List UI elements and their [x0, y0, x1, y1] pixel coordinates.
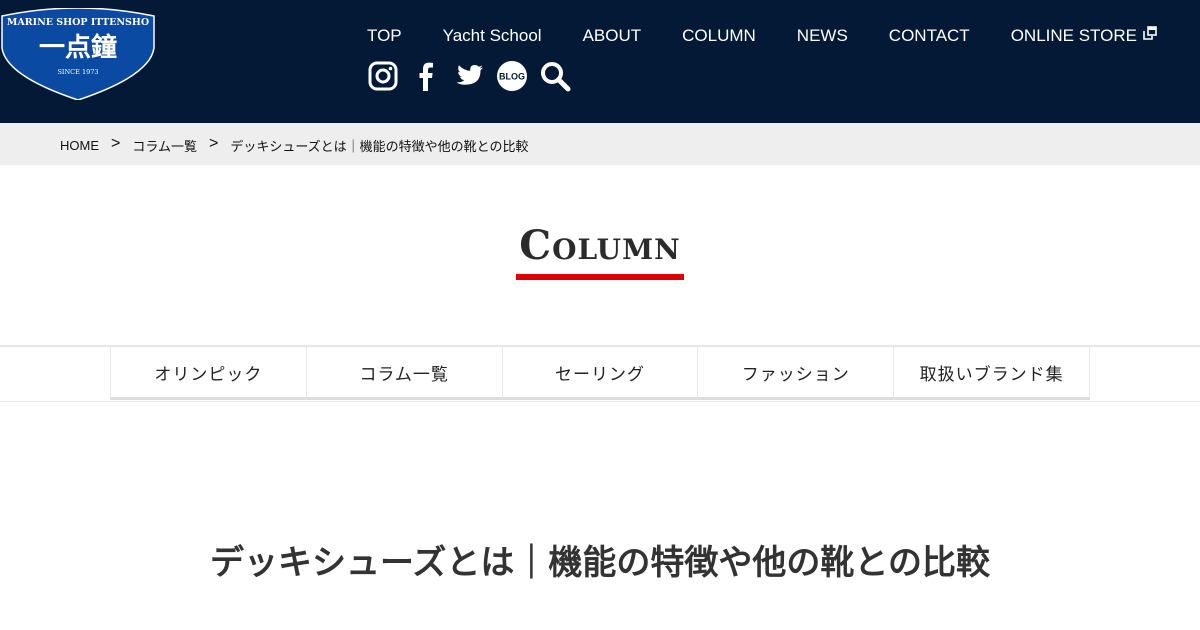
section-title-underline — [516, 274, 684, 280]
nav-contact[interactable]: CONTACT — [889, 26, 970, 46]
nav-about[interactable]: ABOUT — [583, 26, 642, 46]
blog-icon-label: BLOG — [499, 72, 525, 82]
category-nav: オリンピック コラム一覧 セーリング ファッション 取扱いブランド集 — [0, 345, 1200, 402]
breadcrumb-separator: > — [208, 134, 219, 152]
category-fashion[interactable]: ファッション — [698, 347, 895, 400]
nav-news[interactable]: NEWS — [797, 26, 848, 46]
category-list: オリンピック コラム一覧 セーリング ファッション 取扱いブランド集 — [110, 347, 1090, 400]
breadcrumb-home[interactable]: HOME — [60, 138, 99, 153]
breadcrumb-column-list[interactable]: コラム一覧 — [132, 136, 197, 155]
category-brands[interactable]: 取扱いブランド集 — [894, 347, 1090, 400]
search-icon[interactable] — [539, 60, 571, 92]
blog-icon[interactable]: BLOG — [496, 60, 528, 92]
article-title: デッキシューズとは｜機能の特徴や他の靴との比較 — [210, 544, 990, 582]
site-header: MARINE SHOP ITTENSHO 一点鐘 SINCE 1973 TOP … — [0, 0, 1200, 123]
category-sailing[interactable]: セーリング — [502, 347, 699, 400]
breadcrumb-separator: > — [111, 134, 121, 152]
nav-top[interactable]: TOP — [367, 26, 402, 46]
nav-online-store[interactable]: ONLINE STORE — [1011, 26, 1157, 46]
breadcrumb-bar: HOME > コラム一覧 > デッキシューズとは｜機能の特徴や他の靴との比較 — [0, 123, 1200, 165]
breadcrumb-current: デッキシューズとは｜機能の特徴や他の靴との比較 — [230, 139, 529, 154]
logo-since-text: SINCE 1973 — [57, 68, 98, 76]
logo-shield-icon: MARINE SHOP ITTENSHO 一点鐘 SINCE 1973 — [1, 7, 155, 101]
main-nav: TOP Yacht School ABOUT COLUMN NEWS CONTA… — [367, 26, 1157, 46]
category-olympic[interactable]: オリンピック — [111, 347, 307, 400]
facebook-icon[interactable] — [410, 60, 442, 92]
social-links: BLOG — [367, 60, 582, 92]
site-logo[interactable]: MARINE SHOP ITTENSHO 一点鐘 SINCE 1973 — [0, 7, 156, 101]
instagram-icon[interactable] — [367, 60, 399, 92]
twitter-icon[interactable] — [453, 60, 485, 92]
breadcrumb: HOME > コラム一覧 > デッキシューズとは｜機能の特徴や他の靴との比較 — [60, 134, 529, 155]
section-title: Column — [519, 222, 681, 269]
external-link-icon — [1143, 26, 1157, 40]
nav-column[interactable]: COLUMN — [682, 26, 756, 46]
logo-main-text: 一点鐘 — [39, 32, 117, 63]
nav-yacht-school[interactable]: Yacht School — [443, 26, 542, 46]
category-column-list[interactable]: コラム一覧 — [306, 347, 503, 400]
logo-top-text: MARINE SHOP ITTENSHO — [7, 17, 149, 28]
